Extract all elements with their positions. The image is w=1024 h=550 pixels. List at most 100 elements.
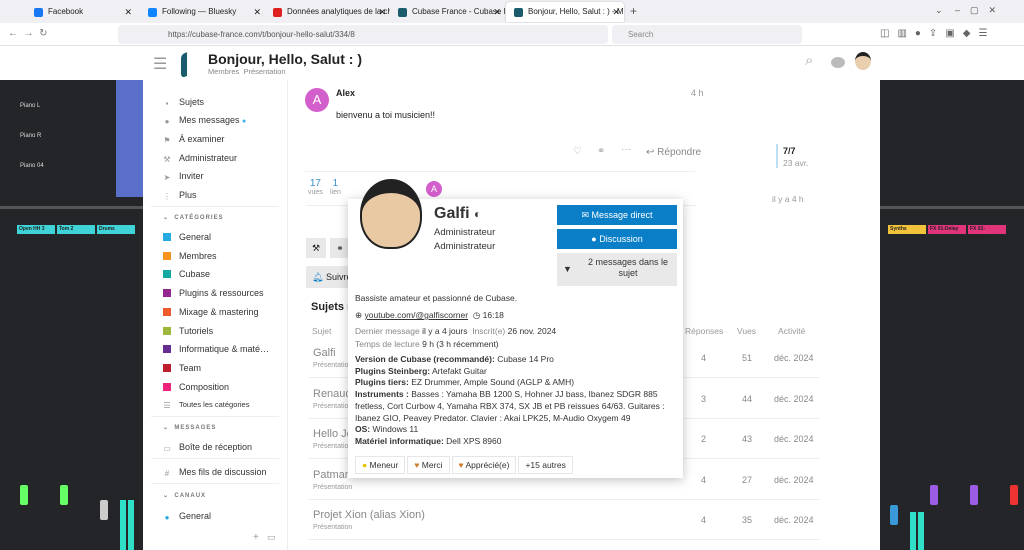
sidebar-item-invite[interactable]: ➤ Inviter — [163, 171, 204, 182]
field-key: Matériel informatique: — [355, 435, 444, 446]
crumb-membres[interactable]: Membres — [208, 67, 239, 76]
sidebar-category-0[interactable]: General — [163, 232, 211, 242]
timeline-bar[interactable] — [776, 144, 778, 168]
sidebar-all-categories[interactable]: ☰ Toutes les catégories — [163, 400, 249, 410]
messages-heading[interactable]: ⌄ MESSAGES — [163, 424, 216, 431]
topic-category[interactable]: Présentation — [313, 443, 352, 450]
table-row[interactable]: Projet Xion (alias Xion) Présentation 4 35 d… — [308, 499, 820, 540]
site-logo[interactable] — [181, 47, 199, 79]
more-icon[interactable]: ··· — [621, 144, 631, 155]
hamburger-icon[interactable]: ☰ — [153, 54, 167, 74]
sidebar-category-2[interactable]: Cubase — [163, 269, 210, 279]
tab-cubase-france[interactable]: Cubase France - Cubase France✕ — [390, 2, 505, 22]
author-avatar[interactable]: A — [305, 88, 329, 112]
badge-meneur[interactable]: ● Meneur — [355, 456, 406, 474]
close-icon[interactable]: ✕ — [378, 2, 386, 22]
topic-title[interactable]: Renaud — [313, 388, 352, 400]
col-header-topic[interactable]: Sujet — [312, 326, 331, 336]
keyboard-icon[interactable]: ▭ — [267, 532, 276, 543]
window-controls[interactable]: ⌄ – ▢ ✕ — [935, 5, 996, 16]
add-icon[interactable]: + — [253, 532, 259, 543]
sidebar-category-8[interactable]: Composition — [163, 382, 229, 392]
activity-date[interactable]: déc. 2024 — [774, 515, 814, 525]
tab-bluesky[interactable]: Following — Bluesky ✕ — [140, 2, 265, 22]
reply-button[interactable]: ↩ Répondre — [646, 147, 701, 158]
user-group[interactable]: Administrateur — [434, 241, 495, 252]
sidebar-category-5[interactable]: Tutoriels — [163, 326, 213, 336]
close-icon[interactable]: ✕ — [124, 2, 132, 22]
timeline-last[interactable]: il y a 4 h — [772, 194, 804, 204]
filter-posts-button[interactable]: ▼ 2 messages dans le sujet — [557, 253, 677, 286]
search-input[interactable]: Search — [612, 25, 802, 44]
tab-bonjour[interactable]: Bonjour, Hello, Salut : ) - Memb✕ — [506, 2, 624, 22]
activity-date[interactable]: déc. 2024 — [774, 394, 814, 404]
message-direct-button[interactable]: ✉ Message direct — [557, 205, 677, 225]
badge-merci[interactable]: ♥ Merci — [407, 456, 450, 474]
col-header-replies[interactable]: Réponses — [685, 326, 723, 336]
categories-heading[interactable]: ⌄ CATÉGORIES — [163, 214, 224, 221]
more-badges-link[interactable]: +15 autres — [518, 456, 573, 474]
close-icon[interactable]: ✕ — [493, 2, 501, 22]
post-author[interactable]: Alex — [336, 88, 355, 98]
toolbar-icons[interactable]: ◫▥●⇪▣◆☰ — [880, 28, 995, 39]
avatar[interactable] — [855, 52, 871, 70]
close-icon[interactable]: ✕ — [253, 2, 261, 22]
search-icon[interactable]: ⌕ — [805, 52, 813, 69]
like-icon[interactable]: ♡ — [573, 146, 582, 157]
sidebar-category-3[interactable]: Plugins & ressources — [163, 288, 264, 298]
sidebar-category-1[interactable]: Membres — [163, 251, 217, 261]
activity-date[interactable]: déc. 2024 — [774, 353, 814, 363]
views-label: vues — [308, 189, 323, 196]
admin-wrench-button[interactable]: ⚒ — [306, 238, 326, 258]
user-avatar[interactable] — [360, 179, 422, 249]
new-tab-button[interactable]: + — [630, 4, 637, 18]
replies-count: 4 — [701, 474, 707, 485]
participant-avatar[interactable]: A — [426, 181, 442, 197]
activity-date[interactable]: déc. 2024 — [774, 434, 814, 444]
label: Inviter — [179, 171, 204, 181]
badge-apprecie[interactable]: ♥ Apprécié(e) — [451, 456, 517, 474]
user-website[interactable]: youtube.com/@galfiscorner — [365, 310, 469, 320]
crumb-presentation[interactable]: Présentation — [243, 67, 285, 76]
close-icon[interactable]: ✕ — [612, 2, 620, 22]
sidebar-channel-general[interactable]: ● General — [163, 511, 211, 522]
col-header-views[interactable]: Vues — [737, 326, 756, 336]
chat-icon[interactable] — [831, 57, 845, 68]
nav-buttons[interactable]: ← → ↻ — [8, 28, 48, 39]
sidebar-item-more[interactable]: ⋮ Plus — [163, 190, 197, 201]
sidebar-category-7[interactable]: Team — [163, 363, 201, 373]
discussion-button[interactable]: ● Discussion — [557, 229, 677, 249]
sidebar-item-sujets[interactable]: ▪ Sujets — [163, 97, 204, 108]
topic-title[interactable]: Galfi — [313, 347, 336, 359]
topic-title[interactable]: Projet Xion (alias Xion) — [313, 509, 425, 521]
tab-youtube[interactable]: Données analytiques de la chaî ✕ — [265, 2, 390, 22]
channels-heading[interactable]: ⌄ CANAUX — [163, 492, 206, 499]
share-link-button[interactable]: ⚭ — [330, 238, 350, 258]
sidebar-item-messages[interactable]: ● Mes messages ● — [163, 115, 247, 126]
activity-date[interactable]: déc. 2024 — [774, 475, 814, 485]
track-name: Piano L — [20, 103, 41, 109]
sidebar-item-review[interactable]: ⚑ À examiner — [163, 134, 224, 145]
address-bar[interactable]: https://cubase-france.com/t/bonjour-hell… — [118, 25, 608, 44]
last-post[interactable]: il y a 4 jours — [422, 326, 467, 336]
topic-category[interactable]: Présentation — [313, 403, 352, 410]
topic-title[interactable]: Bonjour, Hello, Salut : ) — [208, 51, 362, 67]
col-header-activity[interactable]: Activité — [778, 326, 805, 336]
user-name[interactable]: Galfi — [434, 205, 470, 222]
post-time[interactable]: 4 h — [691, 88, 704, 98]
topic-category[interactable]: Présentation — [313, 484, 352, 491]
topic-category[interactable]: Présentation — [313, 524, 352, 531]
level-meter — [120, 500, 126, 550]
topic-category[interactable]: Présentation — [313, 362, 352, 369]
topic-title[interactable]: Hello Je — [313, 428, 353, 440]
sidebar-item-admin[interactable]: ⚒ Administrateur — [163, 153, 237, 164]
sidebar-category-4[interactable]: Mixage & mastering — [163, 307, 259, 317]
sidebar-category-6[interactable]: Informatique & maté… — [163, 344, 269, 354]
sidebar-item-inbox[interactable]: ▭ Boîte de réception — [163, 442, 252, 453]
link-icon[interactable]: ⚭ — [597, 146, 605, 157]
sidebar-item-threads[interactable]: # Mes fils de discussion — [163, 467, 267, 478]
tab-label: Cubase France - Cubase France — [412, 7, 505, 16]
tab-facebook[interactable]: Facebook ✕ — [26, 2, 136, 22]
breadcrumb: Membres Présentation — [208, 67, 286, 76]
user-links: ⊕ youtube.com/@galfiscorner ◷ 16:18 — [355, 310, 504, 321]
